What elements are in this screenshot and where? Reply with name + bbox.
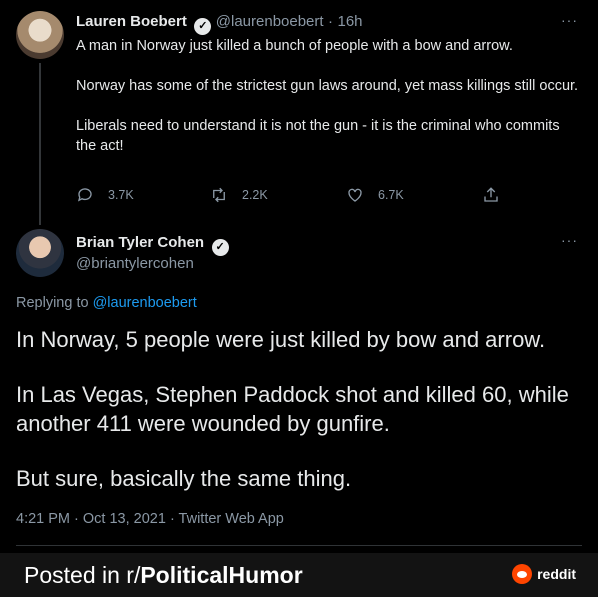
like-count: 6.7K [378,188,404,202]
tweet1-header: Lauren Boebert ✓ @laurenboebert · 16h [76,13,363,35]
tweet2-author-handle[interactable]: @briantylercohen [76,255,194,272]
original-tweet: Lauren Boebert ✓ @laurenboebert · 16h ··… [0,0,598,225]
avatar-lauren-boebert[interactable] [16,11,64,59]
share-button[interactable] [482,186,500,204]
retweet-count: 2.2K [242,188,268,202]
more-options-icon[interactable]: ··· [561,232,578,248]
verified-badge-icon: ✓ [211,239,229,256]
subreddit-name[interactable]: PoliticalHumor [140,562,302,588]
tweet1-timestamp[interactable]: 16h [337,13,362,30]
tweet2-paragraph: In Las Vegas, Stephen Paddock shot and k… [16,382,569,436]
tweet2-header: Brian Tyler Cohen ✓ [76,234,229,256]
verified-badge-icon: ✓ [194,18,212,35]
tweet2-paragraph: In Norway, 5 people were just killed by … [16,327,546,352]
tweet1-paragraph: A man in Norway just killed a bunch of p… [76,38,513,54]
replying-to-mention-link[interactable]: @laurenboebert [93,295,197,311]
tweet1-paragraph: Liberals need to understand it is not th… [76,118,560,154]
reply-count: 3.7K [108,188,134,202]
tweet1-paragraph: Norway has some of the strictest gun law… [76,78,579,94]
tweet2-timestamp-meta[interactable]: 4:21 PM · Oct 13, 2021 · Twitter Web App [16,511,284,527]
avatar-brian-tyler-cohen[interactable] [16,229,64,277]
reddit-alien-icon [512,564,533,584]
reply-icon [77,188,92,202]
reddit-logo[interactable]: reddit [512,564,576,584]
tweet2-text: In Norway, 5 people were just killed by … [16,325,586,519]
heart-icon [348,188,362,202]
reddit-wordmark: reddit [537,566,576,582]
retweet-icon [213,187,225,203]
share-icon [484,187,498,202]
thread-connector-line [39,63,41,225]
reddit-footer-bar: Posted in r/PoliticalHumor reddit [0,553,598,597]
posted-in-prefix: Posted in r/ [24,561,141,588]
tweet1-author-name[interactable]: Lauren Boebert [76,13,187,30]
tweet1-text: A man in Norway just killed a bunch of p… [76,36,581,176]
replying-to-line: Replying to @laurenboebert [16,295,197,311]
tweet1-author-handle[interactable]: @laurenboebert [216,13,324,30]
replying-to-prefix: Replying to [16,295,89,311]
posted-in-label: Posted in r/PoliticalHumor [24,562,303,589]
separator-dot: · [328,13,334,30]
more-options-icon[interactable]: ··· [561,12,578,28]
divider [16,545,582,546]
reply-button[interactable]: 3.7K [76,186,134,204]
tweet1-action-bar: 3.7K 2.2K 6.7K [76,186,506,208]
tweet2-author-name[interactable]: Brian Tyler Cohen [76,234,204,251]
like-button[interactable]: 6.7K [346,186,404,204]
retweet-button[interactable]: 2.2K [210,186,268,204]
tweet2-paragraph: But sure, basically the same thing. [16,466,352,491]
